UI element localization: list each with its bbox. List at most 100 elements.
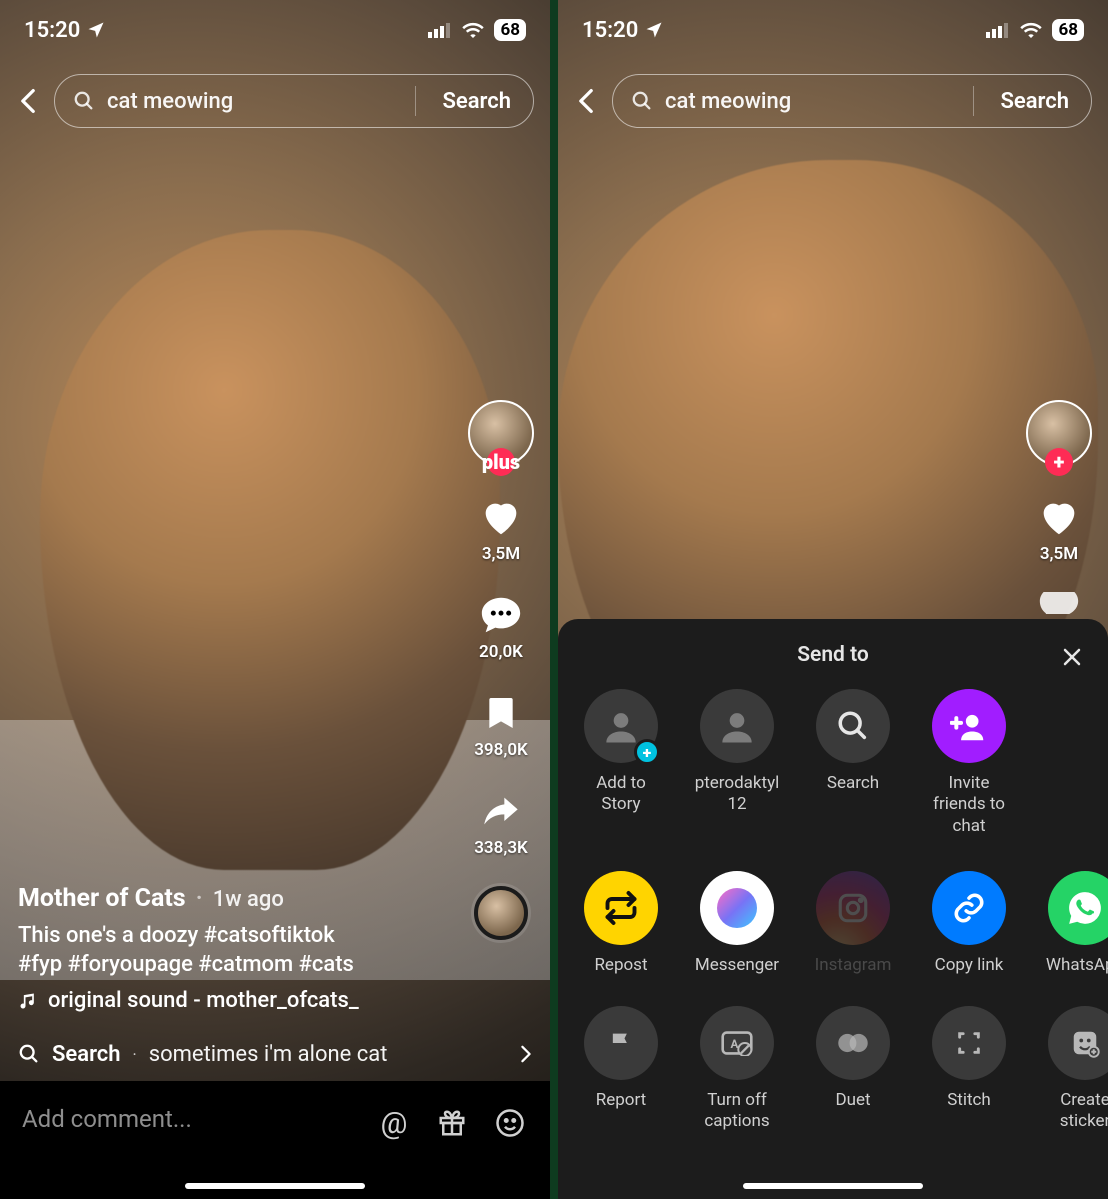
header: cat meowing Search bbox=[558, 74, 1108, 128]
status-bar: 15:20 68 bbox=[0, 0, 550, 60]
contact-pterodaktyl[interactable]: pterodaktyl 12 bbox=[694, 689, 780, 837]
bookmark-button[interactable]: 398,0K bbox=[474, 690, 528, 760]
cellular-signal-icon bbox=[428, 22, 452, 38]
user-icon bbox=[599, 704, 643, 748]
home-indicator[interactable] bbox=[185, 1183, 365, 1189]
duet-button[interactable]: Duet bbox=[810, 1006, 896, 1133]
gift-icon bbox=[437, 1108, 467, 1138]
creator-avatar[interactable]: + bbox=[1026, 400, 1092, 466]
search-suggestion-strip[interactable]: Search · sometimes i'm alone cat bbox=[0, 1027, 550, 1081]
share-count: 338,3K bbox=[474, 838, 528, 858]
music-note-icon bbox=[18, 990, 38, 1012]
instagram-button[interactable]: Instagram bbox=[810, 871, 896, 976]
add-to-story-button[interactable]: + Add to Story bbox=[578, 689, 664, 837]
back-button[interactable] bbox=[574, 89, 598, 113]
back-button[interactable] bbox=[16, 89, 40, 113]
share-row-apps[interactable]: Repost Messenger Instagram Copy link Wha… bbox=[558, 871, 1108, 976]
search-field[interactable]: cat meowing Search bbox=[612, 74, 1092, 128]
whatsapp-button[interactable]: WhatsApp bbox=[1042, 871, 1108, 976]
messenger-button[interactable]: Messenger bbox=[694, 871, 780, 976]
follow-button[interactable]: + bbox=[1045, 448, 1073, 476]
repost-icon bbox=[603, 890, 639, 926]
search-text: cat meowing bbox=[107, 89, 403, 114]
search-text: cat meowing bbox=[665, 89, 961, 114]
link-icon bbox=[952, 891, 986, 925]
mention-button[interactable]: @ bbox=[376, 1105, 412, 1141]
stitch-icon bbox=[955, 1029, 983, 1057]
wifi-icon bbox=[462, 22, 484, 38]
close-icon bbox=[1060, 645, 1084, 669]
caption-block: Mother of Cats · 1w ago This one's a doo… bbox=[18, 884, 460, 1013]
close-button[interactable] bbox=[1056, 641, 1088, 673]
invite-friends-button[interactable]: Invite friends to chat bbox=[926, 689, 1012, 837]
battery-level: 68 bbox=[1052, 19, 1084, 41]
status-time: 15:20 bbox=[24, 18, 80, 43]
status-time: 15:20 bbox=[582, 18, 638, 43]
bookmark-icon bbox=[481, 691, 521, 735]
like-button[interactable]: 3,5M bbox=[1036, 494, 1082, 564]
status-bar: 15:20 68 bbox=[558, 0, 1108, 60]
battery-level: 68 bbox=[494, 19, 526, 41]
svg-text:A: A bbox=[731, 1037, 739, 1051]
comment-button[interactable]: 20,0K bbox=[478, 592, 524, 662]
sound-name: original sound - mother_ofcats_ bbox=[48, 988, 359, 1013]
chevron-left-icon bbox=[20, 88, 36, 114]
location-arrow-icon bbox=[644, 20, 664, 40]
wifi-icon bbox=[1020, 22, 1042, 38]
create-sticker-button[interactable]: Create sticker bbox=[1042, 1006, 1108, 1133]
search-suggestion: sometimes i'm alone cat bbox=[149, 1042, 508, 1067]
comment-button[interactable] bbox=[1036, 592, 1082, 614]
share-button[interactable]: 338,3K bbox=[474, 788, 528, 858]
creator-avatar[interactable]: plus bbox=[468, 400, 534, 466]
search-button[interactable]: Search bbox=[428, 89, 525, 114]
sound-row[interactable]: original sound - mother_ofcats_ bbox=[18, 988, 460, 1013]
chevron-right-icon bbox=[520, 1045, 532, 1063]
location-arrow-icon bbox=[86, 20, 106, 40]
comment-bar: Add comment... @ bbox=[0, 1081, 550, 1199]
screen-right: 15:20 68 cat meowing Search + 3,5M bbox=[558, 0, 1108, 1199]
home-indicator[interactable] bbox=[743, 1183, 923, 1189]
share-search-button[interactable]: Search bbox=[810, 689, 896, 837]
instagram-icon bbox=[836, 891, 870, 925]
duet-icon bbox=[836, 1030, 870, 1056]
bookmark-count: 398,0K bbox=[474, 740, 528, 760]
header: cat meowing Search bbox=[0, 74, 550, 128]
caption-line1[interactable]: This one's a doozy #catsoftiktok bbox=[18, 921, 460, 951]
action-rail: + 3,5M bbox=[1026, 400, 1092, 614]
share-row-actions[interactable]: Report A Turn off captions Duet Stitch C… bbox=[558, 1006, 1108, 1133]
search-field[interactable]: cat meowing Search bbox=[54, 74, 534, 128]
post-time: 1w ago bbox=[213, 887, 284, 912]
caption-line2[interactable]: #fyp #foryoupage #catmom #cats bbox=[18, 950, 460, 980]
search-button[interactable]: Search bbox=[986, 89, 1083, 114]
like-count: 3,5M bbox=[482, 544, 520, 564]
report-button[interactable]: Report bbox=[578, 1006, 664, 1133]
like-button[interactable]: 3,5M bbox=[478, 494, 524, 564]
search-icon bbox=[631, 90, 653, 112]
share-icon bbox=[478, 791, 524, 831]
screen-left: 15:20 68 cat meowing Search plus 3,5M bbox=[0, 0, 550, 1199]
comment-input[interactable]: Add comment... bbox=[22, 1105, 354, 1133]
sound-record[interactable] bbox=[474, 886, 528, 940]
plus-badge-icon: + bbox=[634, 739, 660, 765]
stitch-button[interactable]: Stitch bbox=[926, 1006, 1012, 1133]
search-icon bbox=[73, 90, 95, 112]
search-icon bbox=[836, 709, 870, 743]
share-sheet: Send to + Add to Story pterodaktyl 12 Se… bbox=[558, 619, 1108, 1199]
invite-icon bbox=[950, 707, 988, 745]
captions-off-icon: A bbox=[721, 1030, 753, 1056]
turn-off-captions-button[interactable]: A Turn off captions bbox=[694, 1006, 780, 1133]
emoji-button[interactable] bbox=[492, 1105, 528, 1141]
comment-count: 20,0K bbox=[479, 642, 523, 662]
creator-username[interactable]: Mother of Cats bbox=[18, 884, 186, 913]
repost-button[interactable]: Repost bbox=[578, 871, 664, 976]
messenger-icon bbox=[717, 888, 757, 928]
user-icon bbox=[715, 704, 759, 748]
share-sheet-title: Send to bbox=[797, 643, 869, 667]
copy-link-button[interactable]: Copy link bbox=[926, 871, 1012, 976]
comment-icon bbox=[1036, 592, 1082, 614]
share-row-contacts[interactable]: + Add to Story pterodaktyl 12 Search Inv… bbox=[558, 689, 1108, 837]
follow-button[interactable]: plus bbox=[487, 448, 515, 476]
gift-button[interactable] bbox=[434, 1105, 470, 1141]
search-label: Search bbox=[52, 1042, 121, 1067]
heart-icon bbox=[478, 494, 524, 540]
